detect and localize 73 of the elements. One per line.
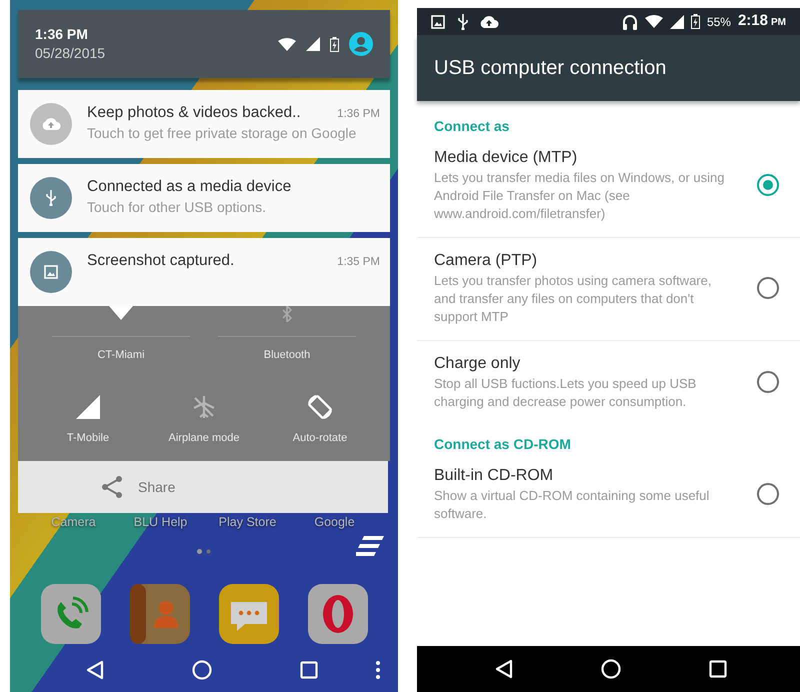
notification-text: Touch for other USB options. (87, 198, 267, 217)
section-heading: Connect as CD-ROM (433, 435, 572, 453)
cloud-upload-icon (41, 117, 61, 131)
image-icon (44, 265, 58, 279)
app-label[interactable]: BLU Help (117, 513, 204, 532)
stacked-lines-icon[interactable] (356, 536, 384, 556)
notification-time: 1:36 PM (337, 107, 380, 122)
notification-card[interactable]: Keep photos & videos backed.. 1:36 PM Touch to get free private storage on Google (18, 90, 390, 158)
rotate-icon (306, 393, 334, 421)
cloud-upload-icon (479, 14, 499, 28)
battery-percent: 55% (706, 14, 731, 30)
usb-icon (45, 190, 57, 206)
option-description: Lets you transfer photos using camera software, and transfer any files on computers that don't support MTP (434, 272, 712, 326)
clock-time: 1:36 PM (35, 25, 89, 43)
quick-setting-tile[interactable]: CT-Miami (52, 306, 190, 370)
option-row[interactable]: Built-in CD-ROM Show a virtual CD-ROM containing some useful software. (417, 453, 800, 538)
page-indicator-icon (197, 549, 211, 554)
option-row[interactable]: Media device (MTP) Lets you transfer media files on Windows, or using Android File Transfer on Mac (see www.android.com/filetransfer) (417, 135, 800, 238)
signal-icon (76, 395, 100, 419)
battery-icon (330, 36, 339, 52)
quick-setting-tile[interactable]: Bluetooth (218, 306, 356, 370)
option-title: Built-in CD-ROM (434, 466, 554, 486)
share-button[interactable]: Share (18, 461, 388, 513)
back-icon[interactable] (495, 659, 513, 679)
notification-title: Screenshot captured. (87, 251, 234, 271)
option-description: Show a virtual CD-ROM containing some useful software. (434, 487, 710, 523)
app-label[interactable]: Google (291, 513, 378, 532)
quick-setting-tile[interactable]: Airplane mode (146, 392, 262, 446)
option-title: Camera (PTP) (434, 251, 538, 271)
radio-button[interactable] (756, 370, 780, 394)
notification-time: 1:35 PM (337, 255, 380, 270)
option-title: Media device (MTP) (434, 148, 578, 168)
recents-icon[interactable] (300, 661, 318, 679)
option-row[interactable]: Charge only Stop all USB fuctions.Lets you speed up USB charging and decrease power consumption. (417, 341, 800, 425)
date-text: 05/28/2015 (35, 44, 106, 63)
radio-button[interactable] (756, 173, 780, 197)
notification-title: Keep photos & videos backed.. (87, 103, 301, 123)
share-icon (100, 475, 124, 499)
section-heading: Connect as (433, 117, 510, 135)
airplane-off-icon (192, 395, 216, 419)
signal-icon (306, 37, 320, 51)
status-time-suffix: PM (771, 16, 786, 30)
radio-button[interactable] (756, 276, 780, 300)
image-icon (431, 14, 445, 28)
notification-card[interactable]: Connected as a media device Touch for other USB options. (18, 164, 390, 232)
option-description: Lets you transfer media files on Windows, or using Android File Transfer on Mac (see www.android.com/filetransfer) (434, 169, 726, 223)
screen-title: USB computer connection (434, 56, 666, 81)
option-row[interactable]: Camera (PTP) Lets you transfer photos using camera software, and transfer any files on computers that don't support MTP (417, 238, 800, 341)
notification-title: Connected as a media device (87, 177, 292, 197)
option-title: Charge only (434, 354, 522, 374)
browser-app-icon[interactable] (308, 584, 368, 644)
battery-icon (690, 14, 700, 29)
quick-setting-tile[interactable]: Auto-rotate (262, 392, 378, 446)
signal-icon (670, 14, 684, 28)
home-icon[interactable] (192, 660, 212, 680)
chat-app-icon[interactable] (218, 584, 278, 644)
recents-icon[interactable] (709, 660, 727, 678)
radio-button[interactable] (756, 482, 780, 506)
overflow-menu-icon[interactable] (376, 661, 380, 679)
status-time: 2:18 (738, 11, 768, 32)
app-label[interactable]: Play Store (204, 513, 291, 532)
notification-text: Touch to get free private storage on Google (87, 124, 358, 144)
headset-icon (622, 14, 638, 30)
option-description: Stop all USB fuctions.Lets you speed up USB charging and decrease power consumption. (434, 375, 698, 411)
wifi-icon (278, 38, 296, 50)
bluetooth-icon (280, 306, 294, 322)
home-icon[interactable] (601, 659, 621, 679)
back-icon[interactable] (86, 660, 104, 680)
user-avatar-icon[interactable] (349, 32, 373, 56)
quick-setting-tile[interactable]: T-Mobile (30, 392, 146, 446)
usb-icon (457, 14, 469, 30)
notification-card[interactable]: Screenshot captured. 1:35 PM (18, 238, 390, 306)
wifi-icon (644, 15, 663, 28)
